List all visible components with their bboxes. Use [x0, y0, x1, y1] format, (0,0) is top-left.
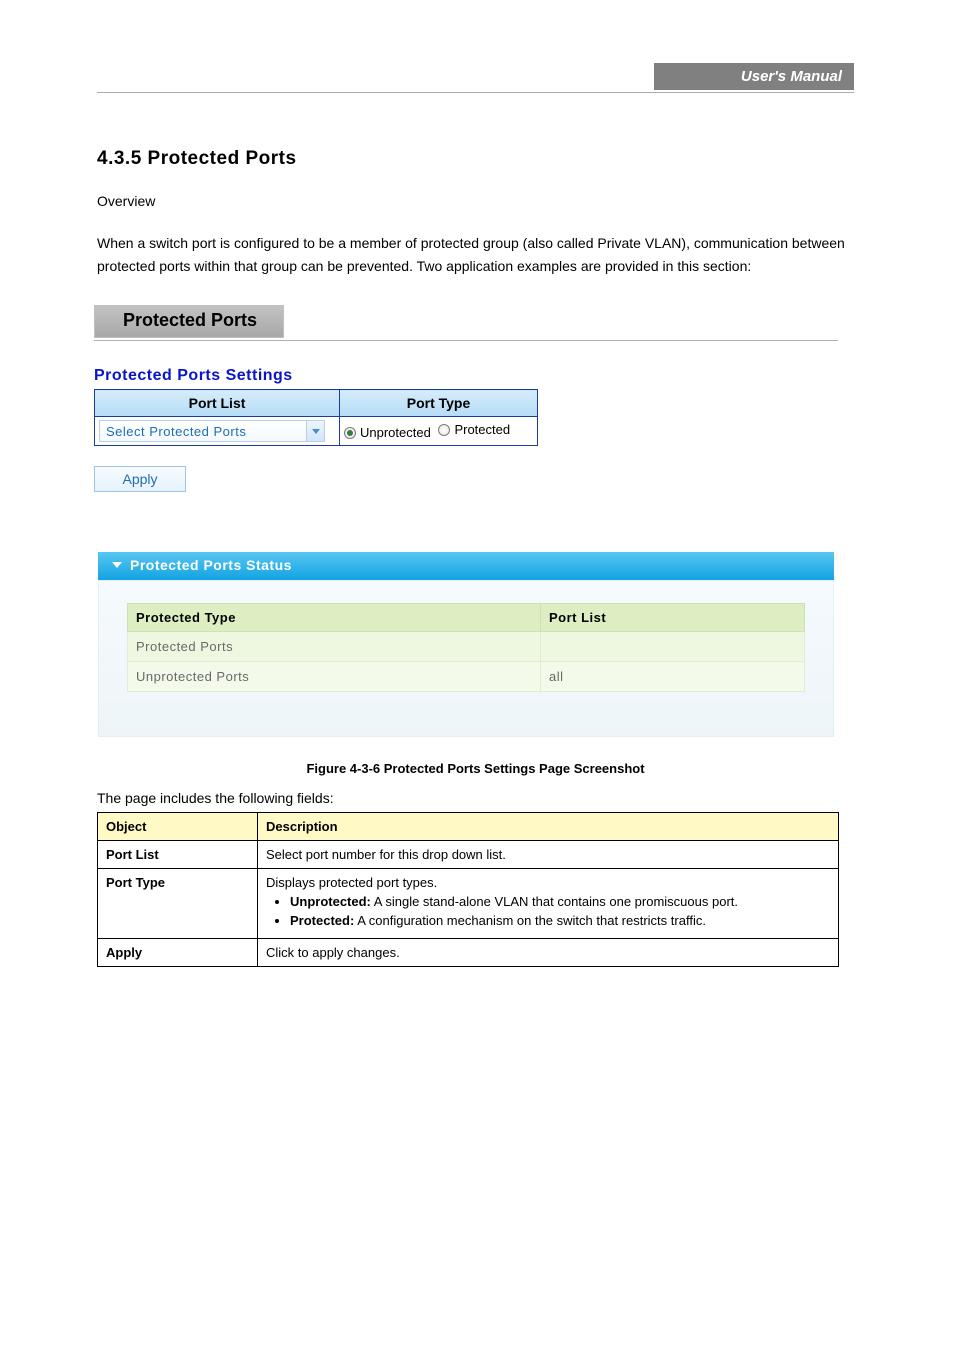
chevron-down-icon: [312, 429, 320, 434]
status-type-1: Unprotected Ports: [128, 662, 541, 692]
bullet-0-t: A single stand-alone VLAN that contains …: [371, 894, 738, 909]
radio-icon: [344, 427, 356, 439]
figure-caption: Figure 4-3-6 Protected Ports Settings Pa…: [97, 761, 854, 776]
desc-0: Select port number for this drop down li…: [258, 841, 839, 869]
desc-2: Click to apply changes.: [258, 939, 839, 967]
col-port-list: Port List: [95, 390, 340, 417]
ui-screenshot: Protected Ports Protected Ports Settings…: [94, 305, 838, 741]
bullet-1-b: Protected:: [290, 913, 354, 928]
table-row: Port List Select port number for this dr…: [98, 841, 839, 869]
table-row: Port Type Displays protected port types.…: [98, 869, 839, 939]
port-list-dropdown[interactable]: Select Protected Ports: [99, 420, 325, 442]
section-name: Protected Ports: [148, 148, 297, 169]
status-body: Protected Type Port List Protected Ports…: [98, 580, 834, 737]
dropdown-text: Select Protected Ports: [106, 424, 246, 439]
obj-1: Port Type: [98, 869, 258, 939]
section-title: 4.3.5 Protected Ports: [97, 148, 854, 170]
desc-1-intro: Displays protected port types.: [266, 875, 437, 890]
obj-header-1: Object: [98, 813, 258, 841]
chevron-down-icon: [112, 562, 122, 568]
desc-1: Displays protected port types. Unprotect…: [258, 869, 839, 939]
status-header-label: Protected Ports Status: [130, 557, 292, 573]
table-row: Unprotected Ports all: [128, 662, 805, 692]
panel-divider: [94, 340, 838, 341]
table-row: Apply Click to apply changes.: [98, 939, 839, 967]
manual-label: User's Manual: [654, 63, 854, 90]
radio-protected[interactable]: Protected: [438, 422, 510, 437]
status-col-list: Port List: [540, 604, 804, 632]
obj-header-2: Description: [258, 813, 839, 841]
status-table: Protected Type Port List Protected Ports…: [127, 603, 805, 692]
section-number: 4.3.5: [97, 148, 142, 169]
desc-1-list: Unprotected: A single stand-alone VLAN t…: [290, 894, 830, 928]
status-header[interactable]: Protected Ports Status: [98, 552, 834, 580]
status-list-1: all: [540, 662, 804, 692]
settings-heading: Protected Ports Settings: [94, 367, 838, 385]
list-item: Unprotected: A single stand-alone VLAN t…: [290, 894, 830, 909]
section-description: When a switch port is configured to be a…: [97, 232, 854, 277]
bullet-1-t: A configuration mechanism on the switch …: [354, 913, 706, 928]
fields-intro: The page includes the following fields:: [97, 790, 854, 806]
panel-title: Protected Ports: [94, 305, 284, 338]
apply-button[interactable]: Apply: [94, 466, 186, 492]
section-overview-label: Overview: [97, 190, 854, 212]
list-item: Protected: A configuration mechanism on …: [290, 913, 830, 928]
status-col-type: Protected Type: [128, 604, 541, 632]
radio-unprotected-label: Unprotected: [360, 425, 431, 440]
radio-unprotected[interactable]: Unprotected: [344, 425, 431, 440]
obj-2: Apply: [98, 939, 258, 967]
status-type-0: Protected Ports: [128, 632, 541, 662]
header-underline: [97, 90, 854, 93]
obj-0: Port List: [98, 841, 258, 869]
bullet-0-b: Unprotected:: [290, 894, 371, 909]
page-header-bar: User's Manual: [97, 63, 854, 90]
object-description-table: Object Description Port List Select port…: [97, 812, 839, 967]
status-list-0: [540, 632, 804, 662]
status-panel: Protected Ports Status Protected Type Po…: [94, 548, 838, 741]
table-row: Protected Ports: [128, 632, 805, 662]
radio-icon: [438, 424, 450, 436]
settings-table: Port List Port Type Select Protected Por…: [94, 389, 538, 446]
radio-protected-label: Protected: [454, 422, 510, 437]
dropdown-button[interactable]: [306, 421, 324, 441]
col-port-type: Port Type: [340, 390, 538, 417]
